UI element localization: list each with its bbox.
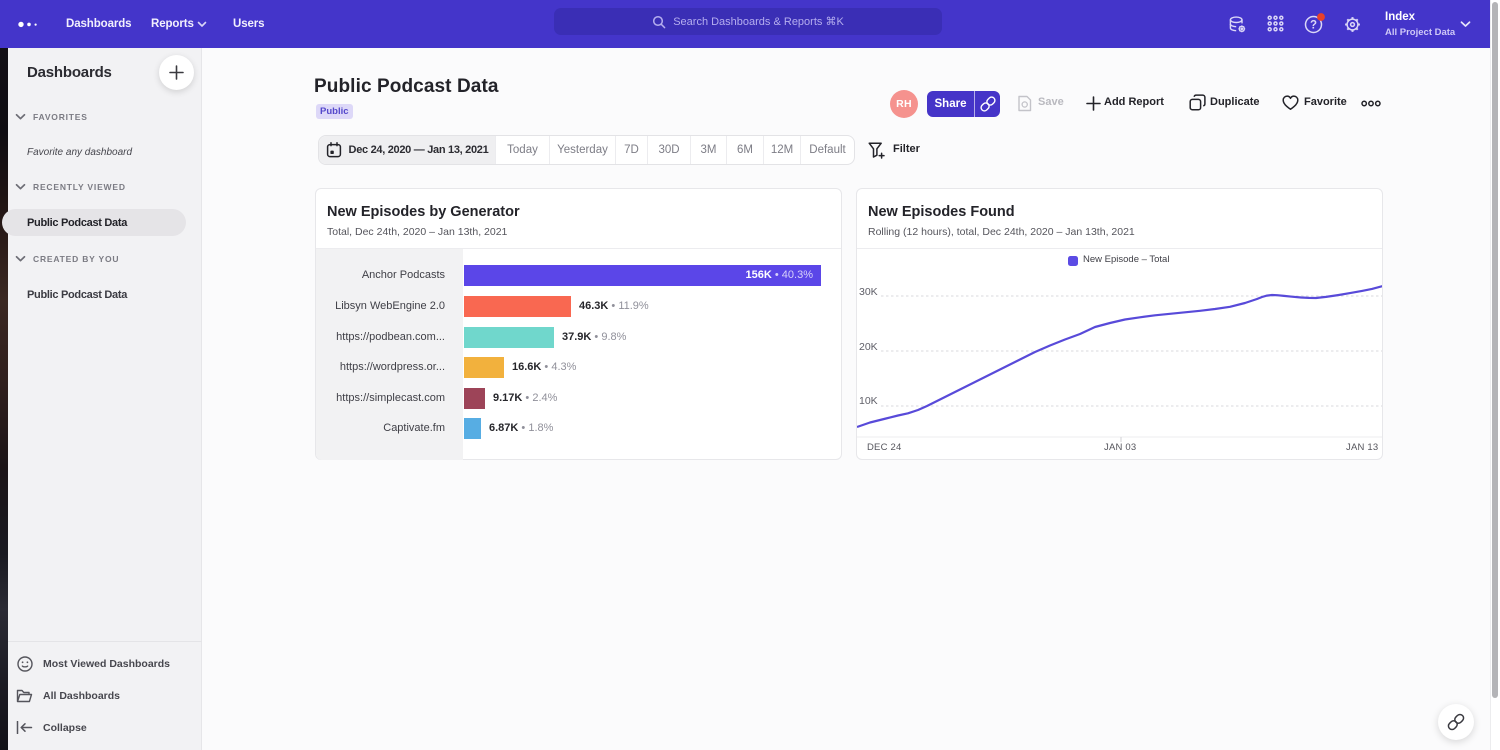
svg-text:?: ? [1310, 20, 1317, 32]
